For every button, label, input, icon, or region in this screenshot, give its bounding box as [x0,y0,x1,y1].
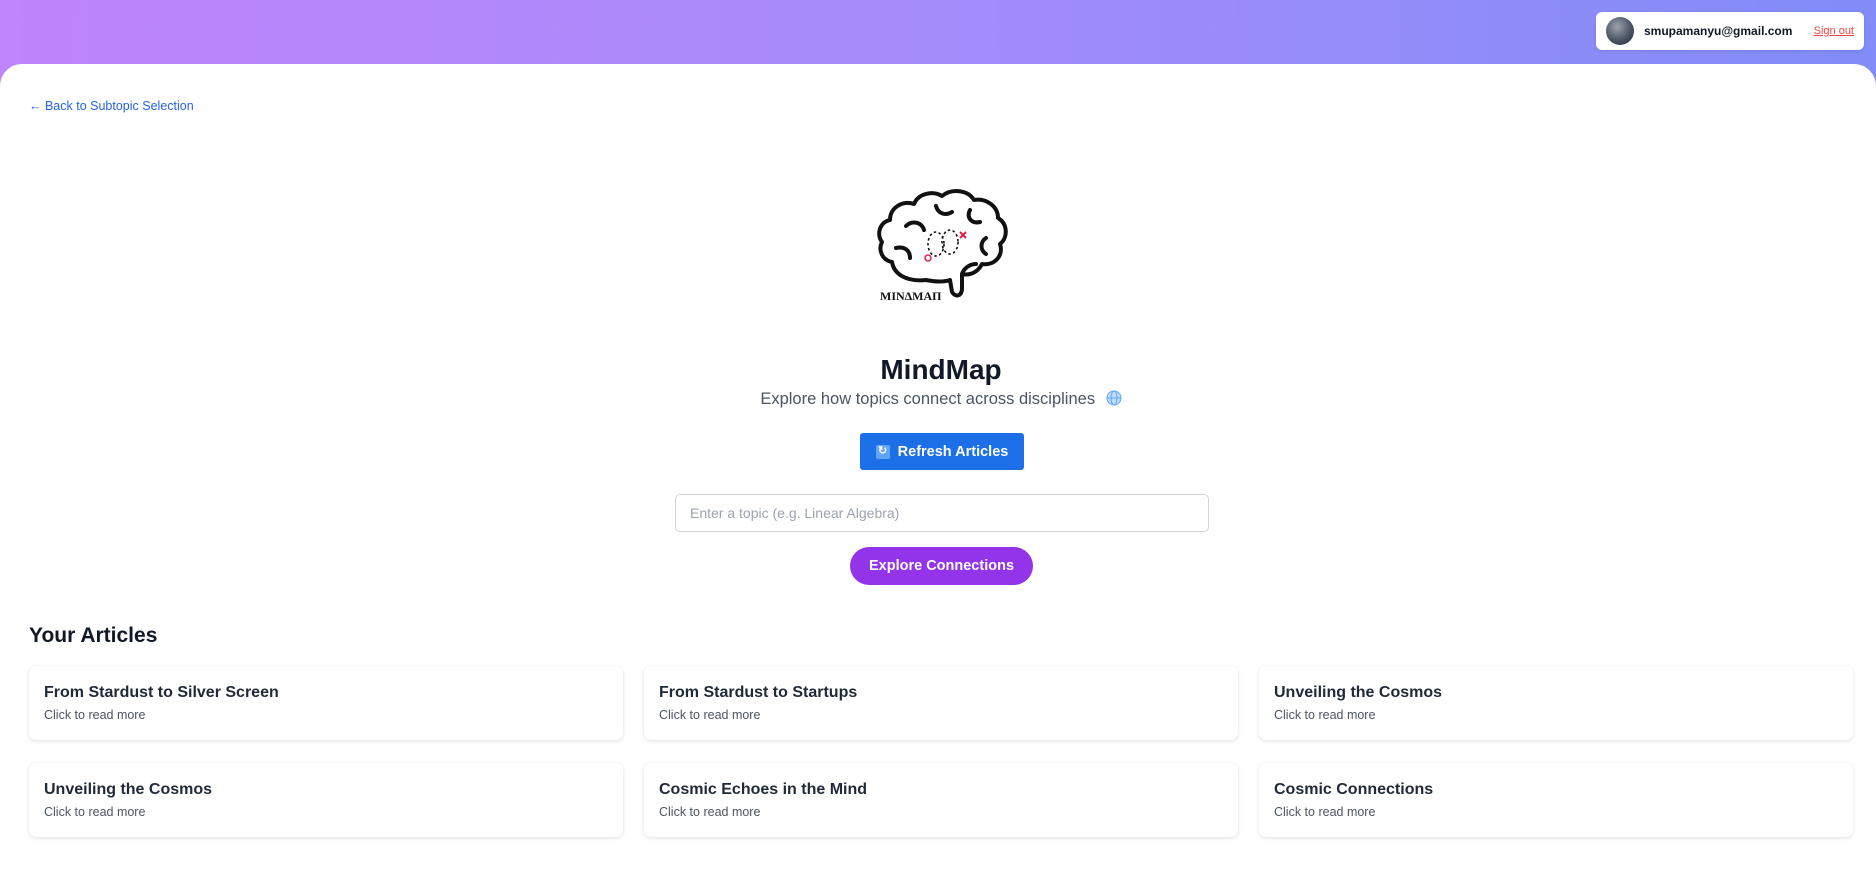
mindmap-logo: MINΔMAΠ [866,176,1016,306]
refresh-articles-button[interactable]: ↻ Refresh Articles [860,433,1024,470]
article-card[interactable]: From Stardust to Silver Screen Click to … [29,666,623,740]
article-title: Unveiling the Cosmos [44,781,213,798]
article-card[interactable]: Unveiling the Cosmos Click to read more [29,763,623,837]
user-menu: smupamanyu@gmail.com Sign out [1596,12,1864,50]
back-to-subtopic-link[interactable]: ← Back to Subtopic Selection [29,99,194,113]
explore-connections-button[interactable]: Explore Connections [850,547,1033,585]
article-subtitle: Click to read more [1274,805,1376,819]
article-title: Cosmic Connections [1274,781,1434,798]
page-subtitle: Explore how topics connect across discip… [0,390,1876,411]
article-card[interactable]: Cosmic Connections Click to read more [1259,763,1853,837]
article-title: Cosmic Echoes in the Mind [659,781,868,798]
avatar[interactable] [1606,17,1634,45]
subtitle-text: Explore how topics connect across discip… [760,390,1096,408]
refresh-label: Refresh Articles [897,443,1009,460]
article-title: Unveiling the Cosmos [1274,684,1443,701]
article-subtitle: Click to read more [44,805,146,819]
article-subtitle: Click to read more [659,708,761,722]
main-panel: ← Back to Subtopic Selection MINΔMAΠ Min… [0,64,1876,886]
article-title: From Stardust to Startups [659,684,858,701]
logo-text: MINΔMAΠ [880,289,942,303]
user-email: smupamanyu@gmail.com [1644,24,1793,38]
topic-input[interactable] [675,494,1209,532]
brain-icon: MINΔMAΠ [877,189,1008,303]
articles-grid: From Stardust to Silver Screen Click to … [29,666,1855,837]
article-subtitle: Click to read more [659,805,761,819]
globe-icon [1106,390,1122,411]
refresh-icon: ↻ [875,444,890,459]
article-subtitle: Click to read more [44,708,146,722]
article-card[interactable]: From Stardust to Startups Click to read … [644,666,1238,740]
article-title: From Stardust to Silver Screen [44,684,279,701]
articles-heading: Your Articles [29,624,158,647]
sign-out-link[interactable]: Sign out [1814,25,1854,37]
article-card[interactable]: Unveiling the Cosmos Click to read more [1259,666,1853,740]
article-subtitle: Click to read more [1274,708,1376,722]
article-card[interactable]: Cosmic Echoes in the Mind Click to read … [644,763,1238,837]
page-title: MindMap [880,354,1002,385]
